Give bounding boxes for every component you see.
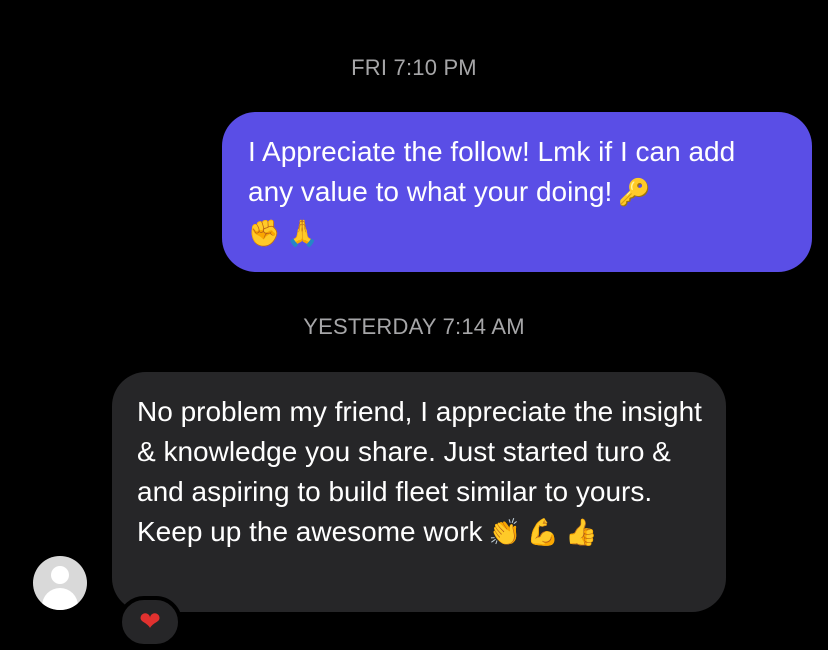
message-thread: FRI 7:10 PM I Appreciate the follow! Lmk…: [0, 0, 828, 650]
clapping-hands-emoji: 👏: [488, 518, 521, 548]
timestamp: YESTERDAY 7:14 AM: [303, 314, 525, 339]
incoming-message-bubble[interactable]: No problem my friend, I appreciate the i…: [112, 372, 726, 612]
timestamp: FRI 7:10 PM: [351, 55, 477, 80]
heart-icon: ❤: [139, 607, 161, 637]
message-text: I Appreciate the follow! Lmk if I can ad…: [248, 136, 743, 207]
avatar-head-icon: [51, 566, 69, 584]
folded-hands-emoji: 🙏: [286, 219, 319, 249]
heart-reaction-badge[interactable]: ❤: [118, 596, 182, 648]
avatar-body-icon: [42, 588, 78, 610]
emoji-line: ✊ 🙏: [248, 213, 788, 254]
raised-fist-emoji: ✊: [248, 219, 281, 249]
thumbs-up-emoji: 👍: [565, 518, 598, 548]
message-text: No problem my friend, I appreciate the i…: [137, 396, 710, 547]
outgoing-message-bubble[interactable]: I Appreciate the follow! Lmk if I can ad…: [222, 112, 812, 272]
flexed-biceps-emoji: 💪: [526, 518, 560, 548]
key-emoji: 🔑: [618, 178, 651, 208]
avatar[interactable]: [33, 556, 87, 610]
